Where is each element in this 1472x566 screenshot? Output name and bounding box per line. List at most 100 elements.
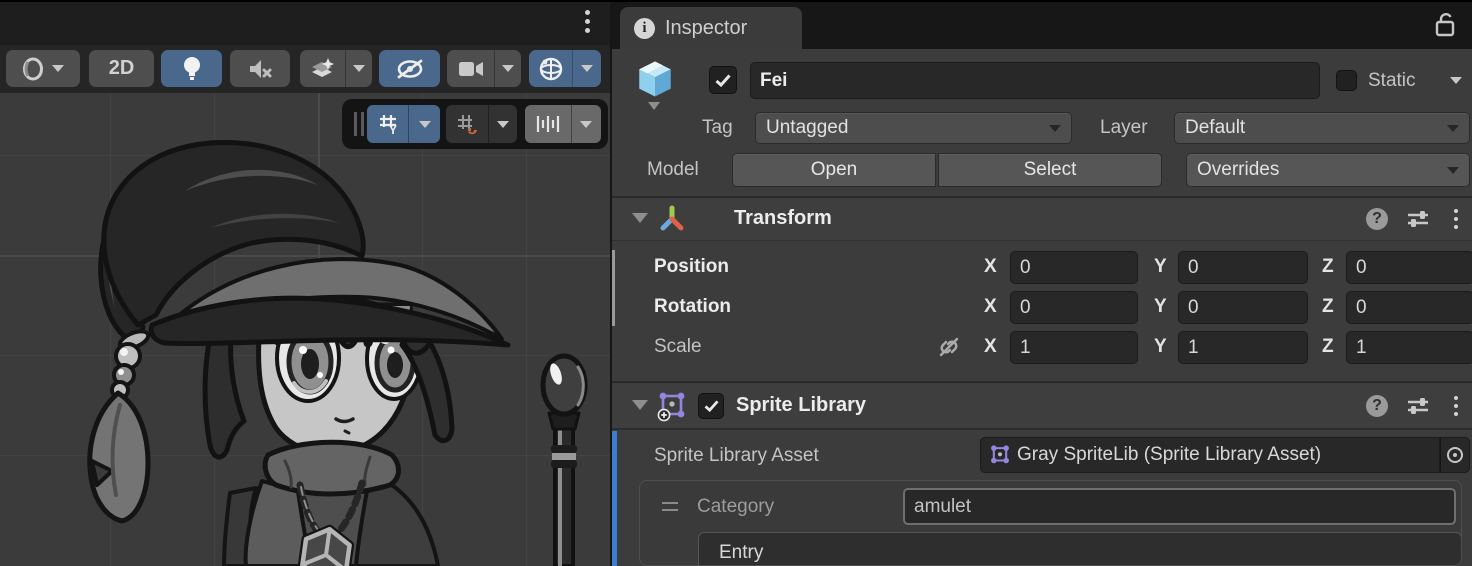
2d-toggle-button[interactable]: 2D [89, 50, 154, 87]
gameobject-foldout[interactable] [648, 102, 660, 110]
layer-dropdown[interactable]: Default [1174, 112, 1470, 144]
rotation-y-field[interactable] [1178, 291, 1308, 324]
effects-button[interactable] [300, 50, 372, 87]
transform-foldout[interactable] [632, 213, 648, 223]
help-icon[interactable]: ? [1366, 395, 1388, 417]
unlock-icon[interactable] [1434, 12, 1456, 43]
tag-dropdown[interactable]: Untagged [755, 112, 1072, 144]
override-indicator [612, 250, 615, 326]
axis-y-label: Y [1154, 256, 1167, 278]
transform-menu-icon[interactable] [1454, 209, 1458, 229]
shading-mode-dropdown-arrow [52, 65, 64, 72]
presets-icon[interactable] [1406, 208, 1430, 235]
gizmos-icon [529, 50, 572, 87]
axis-x-label: X [984, 256, 997, 278]
effects-icon [300, 50, 345, 87]
grid-snap-group [446, 105, 517, 143]
position-y-field[interactable] [1178, 251, 1308, 284]
object-picker-button[interactable] [1440, 437, 1470, 473]
separator [612, 428, 1472, 430]
component-enabled-checkbox[interactable] [698, 393, 724, 419]
snap-increment-icon [535, 112, 561, 136]
grid-snap-button[interactable] [446, 105, 488, 143]
inspector-tab-label: Inspector [665, 17, 747, 40]
unlink-scale-icon[interactable] [936, 334, 962, 365]
shading-mode-button[interactable] [6, 50, 80, 87]
static-checkbox[interactable] [1336, 70, 1357, 91]
grid-visibility-button[interactable]: Y [367, 105, 408, 143]
sprite-library-asset-label: Sprite Library Asset [654, 445, 819, 467]
rotation-x-field[interactable] [1010, 291, 1138, 324]
scene-pane-menu-icon[interactable] [585, 10, 590, 33]
active-checkbox[interactable] [709, 66, 737, 94]
scene-lighting-button[interactable] [161, 50, 222, 87]
layer-value: Default [1185, 117, 1245, 139]
camera-dropdown-arrow[interactable] [495, 50, 521, 87]
window-top-border [0, 0, 1472, 2]
model-select-button[interactable]: Select [938, 153, 1162, 187]
sprite-library-header[interactable]: Sprite Library ? [612, 384, 1472, 428]
entry-list-box: Entry [698, 532, 1462, 566]
sprite-library-menu-icon[interactable] [1454, 396, 1458, 416]
camera-icon [447, 50, 494, 87]
effects-dropdown-arrow[interactable] [346, 50, 372, 87]
transform-icon [658, 205, 686, 238]
scale-y-field[interactable] [1178, 331, 1308, 364]
grid-visibility-dropdown[interactable] [409, 105, 440, 143]
snap-increment-button[interactable] [525, 105, 571, 143]
axis-x-label: X [984, 296, 997, 318]
axis-y-label: Y [1154, 336, 1167, 358]
scale-z-field[interactable] [1346, 331, 1472, 364]
toolbar-drag-handle[interactable] [354, 112, 364, 136]
2d-label: 2D [109, 57, 135, 80]
help-icon[interactable]: ? [1366, 208, 1388, 230]
axis-z-label: Z [1322, 296, 1334, 318]
static-dropdown-arrow[interactable] [1450, 77, 1462, 84]
overrides-label: Overrides [1197, 159, 1279, 181]
hidden-objects-button[interactable] [379, 50, 440, 87]
static-label: Static [1368, 70, 1416, 92]
overrides-dropdown[interactable]: Overrides [1186, 153, 1470, 187]
character-sprite [0, 93, 610, 566]
tab-inspector[interactable]: i Inspector [620, 7, 802, 49]
rotation-z-field[interactable] [1346, 291, 1472, 324]
audio-mute-button[interactable] [230, 50, 290, 87]
position-label: Position [654, 256, 729, 278]
info-icon: i [634, 18, 655, 39]
snap-increment-dropdown[interactable] [572, 105, 600, 143]
scene-viewport[interactable]: Y [0, 93, 610, 566]
category-name-field[interactable] [903, 488, 1456, 525]
category-drag-handle-icon[interactable] [662, 502, 678, 511]
scene-camera-button[interactable] [447, 50, 521, 87]
position-z-field[interactable] [1346, 251, 1472, 284]
sprite-library-asset-field[interactable]: Gray SpriteLib (Sprite Library Asset) [980, 437, 1440, 473]
open-label: Open [811, 159, 857, 181]
scene-view-pane: 2D [0, 0, 610, 566]
layer-label: Layer [1100, 117, 1148, 139]
inspector-panel: i Inspector Static Tag Untagged [610, 0, 1472, 566]
rotation-label: Rotation [654, 296, 731, 318]
gizmos-dropdown-arrow[interactable] [573, 50, 601, 87]
sprite-library-asset-icon [989, 444, 1011, 466]
axis-y-label: Y [1154, 296, 1167, 318]
scale-x-field[interactable] [1010, 331, 1138, 364]
position-x-field[interactable] [1010, 251, 1138, 284]
tag-value: Untagged [766, 117, 848, 139]
sprite-library-asset-value: Gray SpriteLib (Sprite Library Asset) [1017, 444, 1321, 466]
gameobject-icon [634, 58, 676, 105]
object-picker-icon [1447, 447, 1463, 463]
staff [543, 356, 585, 566]
shading-mode-icon [22, 56, 44, 82]
separator [612, 240, 1472, 241]
gameobject-name-field[interactable] [750, 62, 1320, 99]
presets-icon[interactable] [1406, 395, 1430, 422]
grid-snap-dropdown[interactable] [489, 105, 517, 143]
grid-snap-icon [455, 112, 479, 136]
entry-label: Entry [719, 542, 763, 564]
model-open-button[interactable]: Open [732, 153, 936, 187]
sprite-library-foldout[interactable] [632, 400, 648, 410]
category-list-container: Category Entry [639, 480, 1462, 566]
gizmos-button[interactable] [529, 50, 601, 87]
transform-header[interactable]: Transform ? [612, 198, 1472, 240]
scarf [265, 442, 398, 494]
